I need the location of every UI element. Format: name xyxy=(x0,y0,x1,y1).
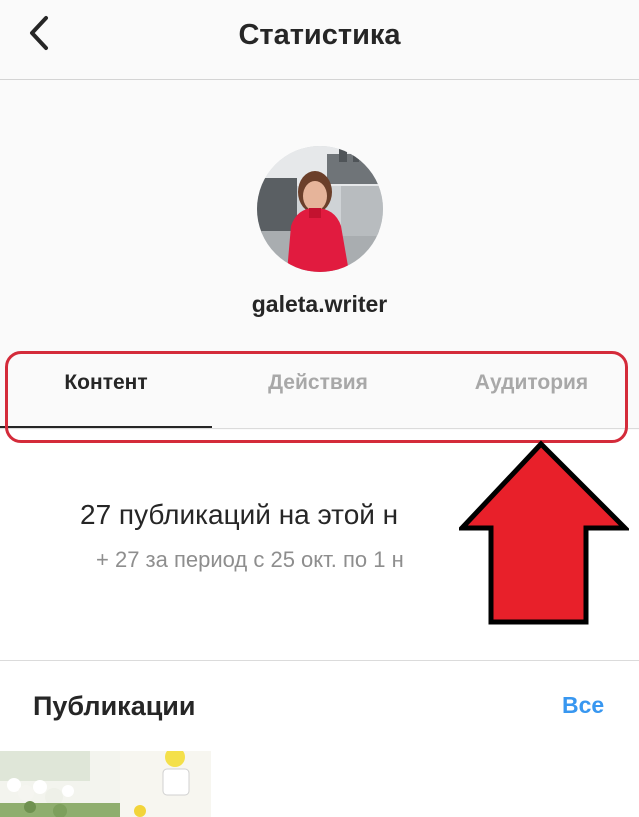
header-bar: Статистика xyxy=(0,0,639,80)
posts-section-title: Публикации xyxy=(33,691,196,721)
annotation-arrow-icon xyxy=(459,440,629,625)
username: galeta.writer xyxy=(251,291,388,317)
post-image xyxy=(0,751,211,817)
annotation-highlight-box xyxy=(5,351,628,443)
summary-period-change: + 27 за период с 25 окт. по 1 н xyxy=(96,547,404,572)
section-divider xyxy=(0,660,639,661)
avatar[interactable] xyxy=(257,146,383,272)
see-all-link[interactable]: Все xyxy=(562,692,604,719)
summary-publications-count: 27 публикаций на этой н xyxy=(80,499,399,530)
page-title: Статистика xyxy=(238,19,401,51)
avatar-photo xyxy=(257,146,383,272)
post-thumbnail[interactable] xyxy=(0,751,211,817)
